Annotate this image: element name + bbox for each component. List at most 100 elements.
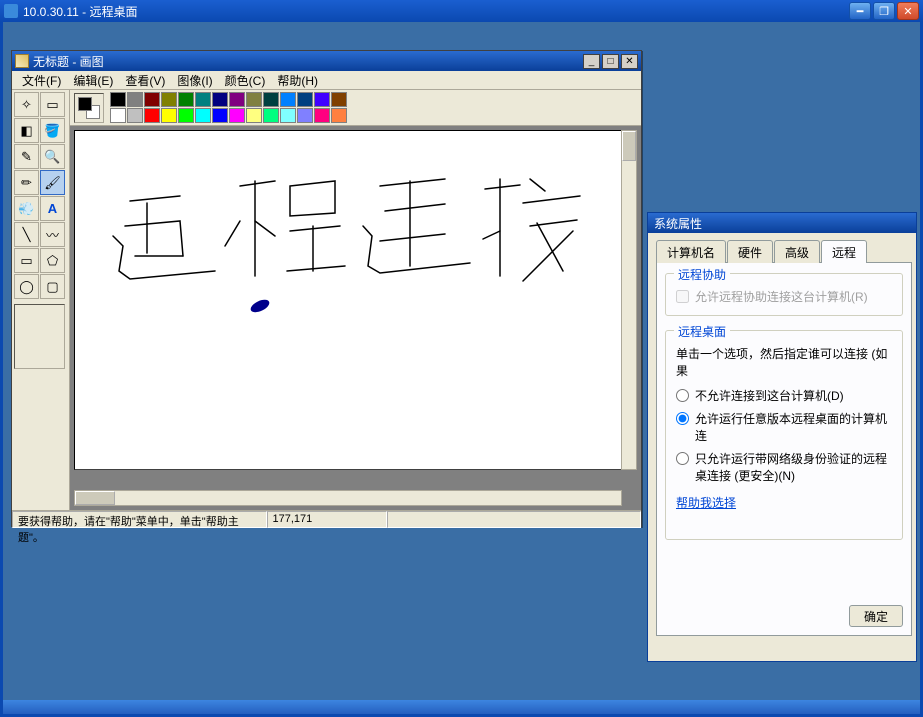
color-swatch[interactable] [246, 92, 262, 107]
tab-advanced[interactable]: 高级 [774, 240, 820, 263]
rdp-minimize-button[interactable]: ━ [849, 2, 871, 20]
radio-allow-any[interactable]: 允许运行任意版本远程桌面的计算机连 [676, 410, 892, 444]
color-swatch[interactable] [314, 108, 330, 123]
color-swatch[interactable] [229, 92, 245, 107]
paint-close-button[interactable]: ✕ [621, 54, 638, 69]
menu-view[interactable]: 查看(V) [119, 70, 171, 91]
color-swatch[interactable] [212, 108, 228, 123]
color-swatch[interactable] [110, 92, 126, 107]
tab-remote[interactable]: 远程 [821, 240, 867, 263]
radio-label: 不允许连接到这台计算机(D) [695, 387, 844, 404]
sysprop-titlebar[interactable]: 系统属性 [648, 213, 916, 233]
tool-polygon[interactable]: ⬠ [40, 248, 65, 273]
tool-ellipse[interactable]: ◯ [14, 274, 39, 299]
tool-eraser[interactable]: ◧ [14, 118, 39, 143]
rdp-close-button[interactable]: ✕ [897, 2, 919, 20]
tool-line[interactable]: ╲ [14, 222, 39, 247]
rdp-maximize-button[interactable]: ❐ [873, 2, 895, 20]
scroll-thumb-h[interactable] [75, 491, 115, 505]
color-swatch[interactable] [178, 108, 194, 123]
color-swatch[interactable] [263, 108, 279, 123]
color-swatch[interactable] [195, 92, 211, 107]
color-swatch[interactable] [144, 108, 160, 123]
canvas-scrollbar-horizontal[interactable] [74, 490, 622, 506]
color-swatch[interactable] [246, 108, 262, 123]
tool-rectangle[interactable]: ▭ [14, 248, 39, 273]
radio-disallow-input[interactable] [676, 389, 689, 402]
tab-hardware[interactable]: 硬件 [727, 240, 773, 263]
color-swatch[interactable] [280, 92, 296, 107]
menu-image[interactable]: 图像(I) [171, 70, 218, 91]
tool-curve[interactable]: 〰 [40, 222, 65, 247]
canvas-area [70, 126, 641, 510]
color-swatch[interactable] [331, 92, 347, 107]
paint-window: 无标题 - 画图 _ □ ✕ 文件(F) 编辑(E) 查看(V) 图像(I) 颜… [11, 50, 642, 527]
color-swatch[interactable] [212, 92, 228, 107]
tool-text[interactable]: A [40, 196, 65, 221]
remote-desktop-hint: 单击一个选项，然后指定谁可以连接 (如果 [676, 345, 892, 379]
color-swatch[interactable] [195, 108, 211, 123]
group-title-remote-desktop: 远程桌面 [674, 323, 730, 340]
paint-title: 无标题 - 画图 [33, 53, 581, 70]
tool-options-panel[interactable] [14, 304, 65, 369]
color-swatch[interactable] [297, 108, 313, 123]
tool-rounded-rect[interactable]: ▢ [40, 274, 65, 299]
rdp-titlebar[interactable]: 10.0.30.11 - 远程桌面 ━ ❐ ✕ [0, 0, 923, 22]
current-colors[interactable] [74, 93, 104, 123]
color-swatch[interactable] [144, 92, 160, 107]
checkbox-label: 允许远程协助连接这台计算机(R) [695, 288, 868, 305]
paint-canvas[interactable] [74, 130, 622, 470]
tool-rect-select[interactable]: ▭ [40, 92, 65, 117]
paint-titlebar[interactable]: 无标题 - 画图 _ □ ✕ [12, 51, 641, 71]
tool-pencil[interactable]: ✏ [14, 170, 39, 195]
group-remote-assist: 远程协助 允许远程协助连接这台计算机(R) [665, 273, 903, 316]
tool-free-select[interactable]: ✧ [14, 92, 39, 117]
color-swatch[interactable] [178, 92, 194, 107]
color-swatch[interactable] [110, 108, 126, 123]
color-swatch[interactable] [229, 108, 245, 123]
tool-eyedropper[interactable]: ✎ [14, 144, 39, 169]
color-swatch[interactable] [127, 108, 143, 123]
menu-edit[interactable]: 编辑(E) [67, 70, 119, 91]
checkbox-allow-remote-assist[interactable]: 允许远程协助连接这台计算机(R) [676, 288, 892, 305]
color-swatch[interactable] [263, 92, 279, 107]
group-remote-desktop: 远程桌面 单击一个选项，然后指定谁可以连接 (如果 不允许连接到这台计算机(D)… [665, 330, 903, 540]
scroll-thumb-v[interactable] [622, 131, 636, 161]
radio-allow-nla[interactable]: 只允许运行带网络级身份验证的远程桌连接 (更安全)(N) [676, 450, 892, 484]
canvas-scrollbar-vertical[interactable] [621, 130, 637, 470]
radio-allow-nla-input[interactable] [676, 452, 689, 465]
rdp-icon [4, 4, 18, 18]
color-swatch[interactable] [161, 108, 177, 123]
foreground-color-swatch[interactable] [78, 97, 92, 111]
status-empty [387, 511, 642, 528]
ok-button[interactable]: 确定 [849, 605, 903, 627]
tool-airbrush[interactable]: 💨 [14, 196, 39, 221]
paint-minimize-button[interactable]: _ [583, 54, 600, 69]
menu-help[interactable]: 帮助(H) [271, 70, 324, 91]
paint-toolbox: ✧ ▭ ◧ 🪣 ✎ 🔍 ✏ 🖌 💨 A ╲ 〰 ▭ ⬠ ◯ ▢ [12, 90, 70, 510]
tool-brush[interactable]: 🖌 [40, 170, 65, 195]
radio-disallow[interactable]: 不允许连接到这台计算机(D) [676, 387, 892, 404]
menu-file[interactable]: 文件(F) [16, 70, 67, 91]
color-swatch[interactable] [331, 108, 347, 123]
color-swatch[interactable] [127, 92, 143, 107]
radio-allow-any-input[interactable] [676, 412, 689, 425]
checkbox-allow-remote-assist-input[interactable] [676, 290, 689, 303]
paint-status-bar: 要获得帮助，请在"帮助"菜单中，单击"帮助主题"。 177,171 [12, 510, 641, 528]
tab-panel-remote: 远程协助 允许远程协助连接这台计算机(R) 远程桌面 单击一个选项，然后指定谁可… [656, 262, 912, 636]
status-coordinates: 177,171 [267, 511, 387, 528]
help-me-choose-link[interactable]: 帮助我选择 [676, 496, 736, 510]
handwriting-drawing [75, 131, 622, 470]
paint-maximize-button[interactable]: □ [602, 54, 619, 69]
paint-menubar: 文件(F) 编辑(E) 查看(V) 图像(I) 颜色(C) 帮助(H) [12, 71, 641, 90]
radio-label: 允许运行任意版本远程桌面的计算机连 [695, 410, 892, 444]
tool-fill[interactable]: 🪣 [40, 118, 65, 143]
remote-taskbar[interactable] [3, 700, 920, 714]
color-swatch[interactable] [314, 92, 330, 107]
color-swatch[interactable] [161, 92, 177, 107]
tool-magnifier[interactable]: 🔍 [40, 144, 65, 169]
menu-color[interactable]: 颜色(C) [219, 70, 272, 91]
color-swatch[interactable] [297, 92, 313, 107]
color-swatch[interactable] [280, 108, 296, 123]
tab-computer-name[interactable]: 计算机名 [656, 240, 726, 263]
